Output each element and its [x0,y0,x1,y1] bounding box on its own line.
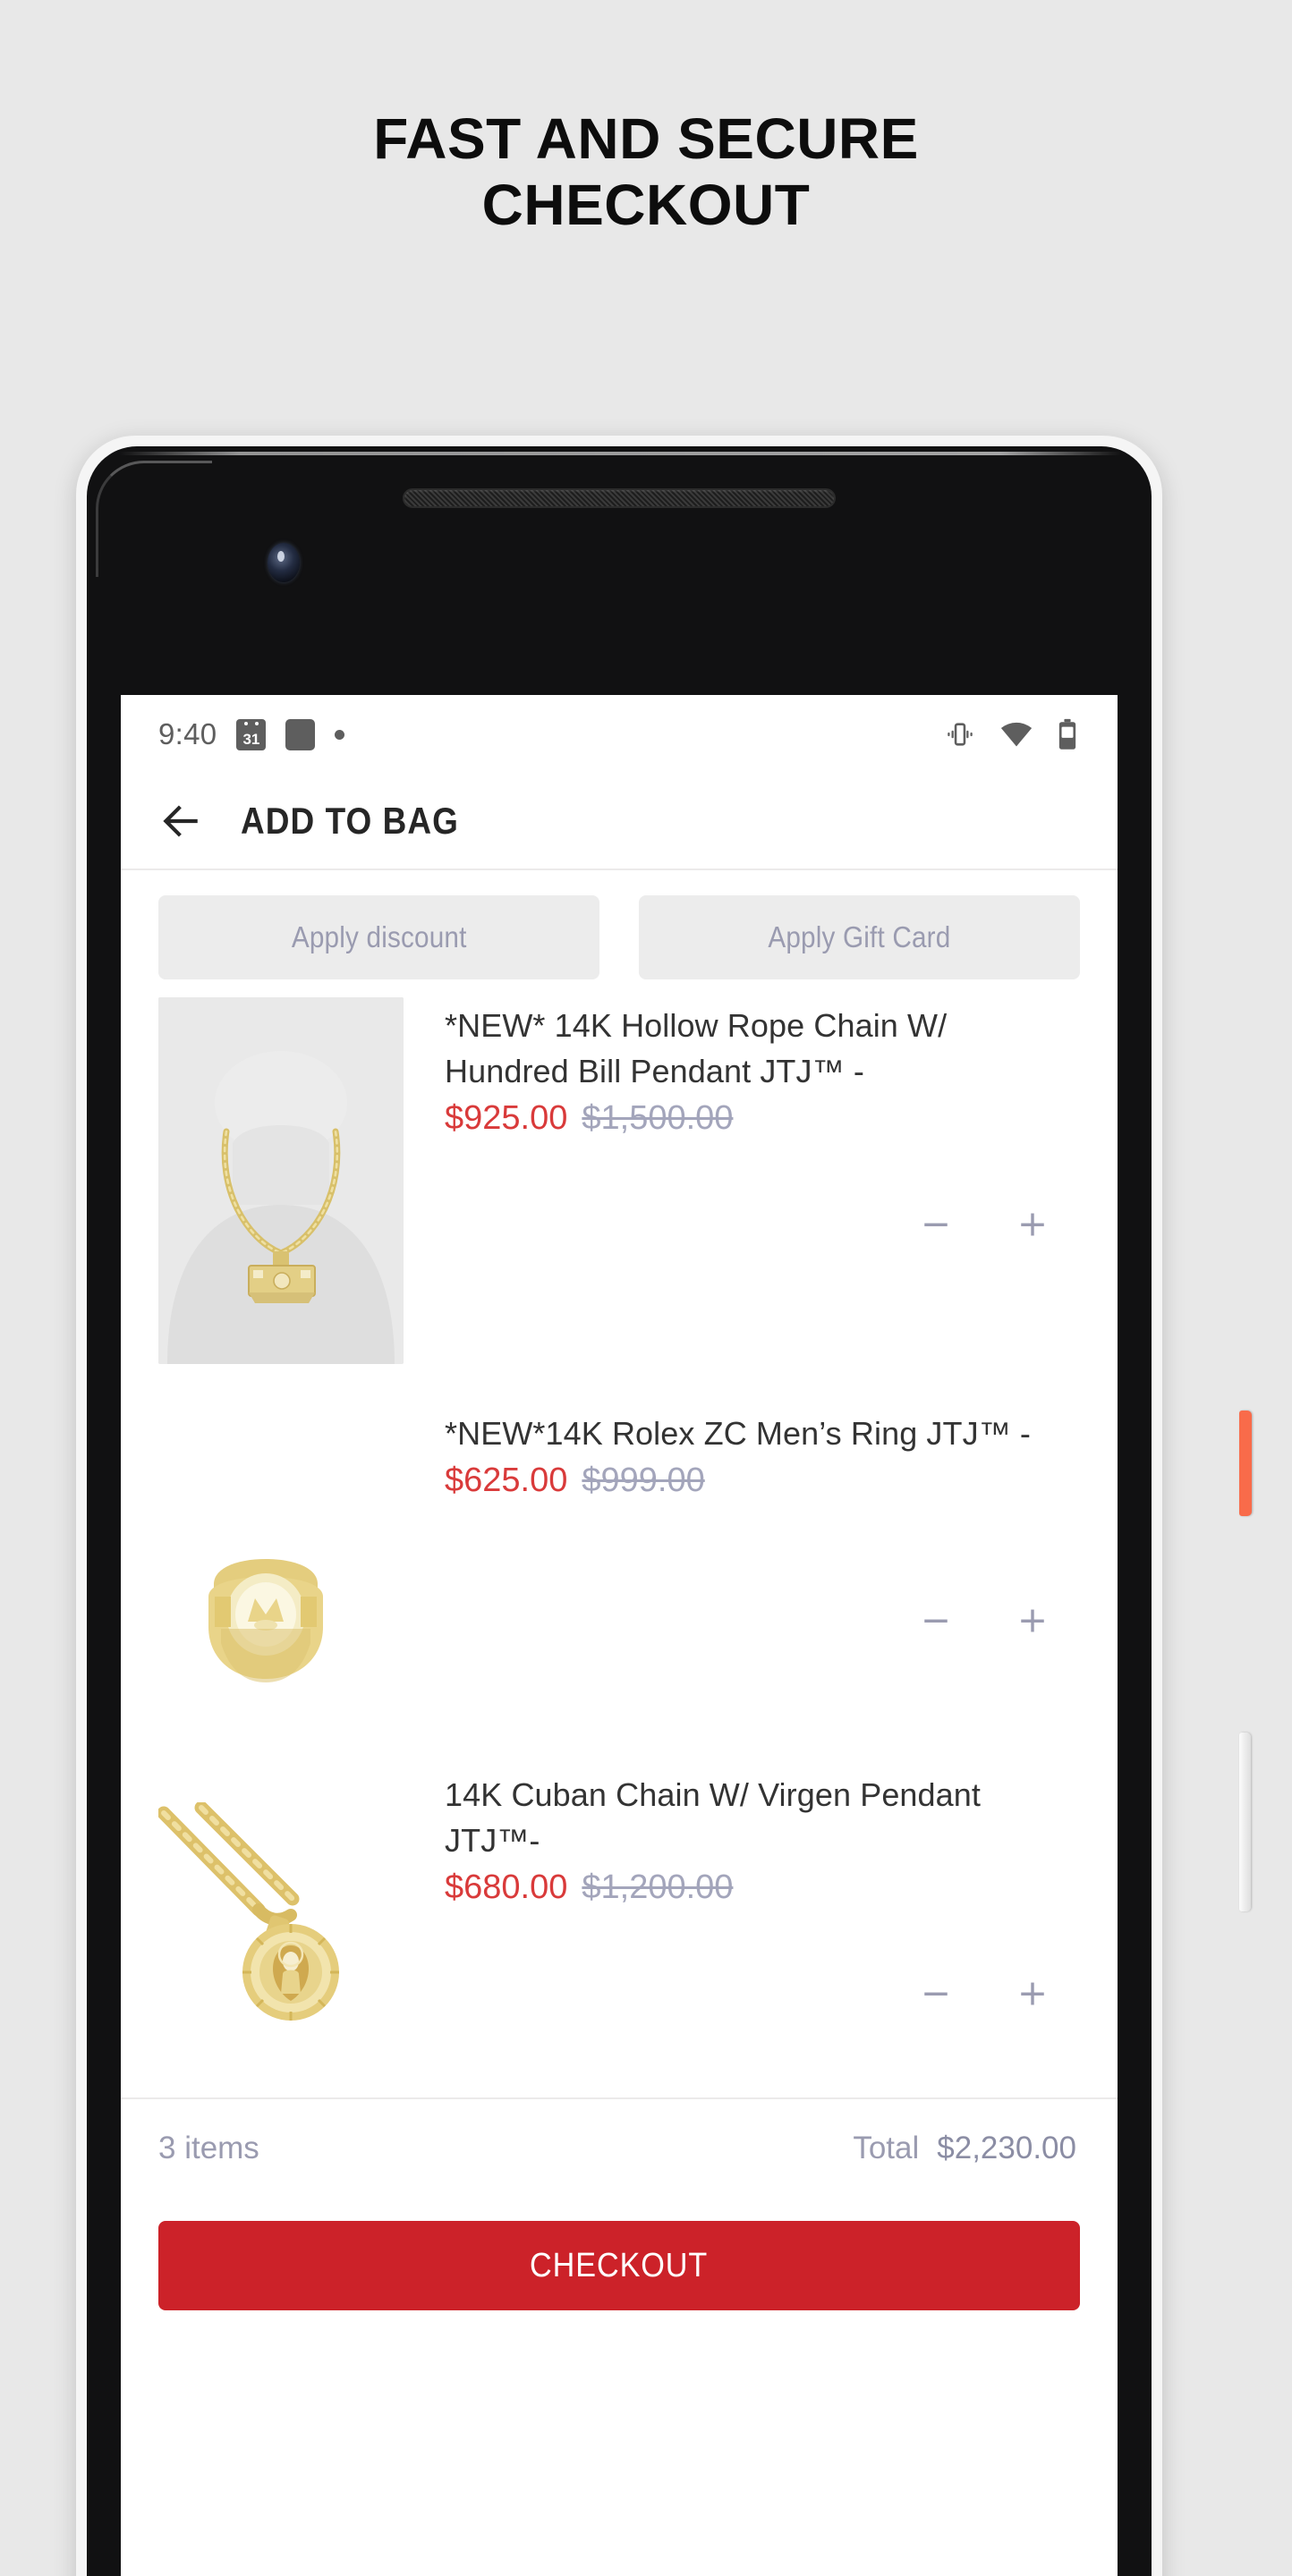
product-image-rolex-ring[interactable] [158,1521,404,1727]
plus-icon [1021,1609,1044,1632]
cart-item-title: 14K Cuban Chain W/ Virgen Pendant JTJ™- [445,1776,982,1860]
cart-item-price-row: $680.00 $1,200.00 [445,1868,1080,1907]
cart-item-price-row: $925.00 $1,500.00 [445,1099,1080,1138]
square-icon [285,718,316,750]
cart-item[interactable]: *NEW* 14K Hollow Rope Chain W/ Hundred B… [158,979,1080,1364]
apply-gift-card-button[interactable]: Apply Gift Card [639,895,1080,979]
cart-total-amount: $2,230.00 [937,2131,1076,2165]
vibrate-icon [948,723,973,746]
quantity-stepper [445,1973,1080,2014]
minus-icon [924,1992,948,1996]
screenshot-root: FAST AND SECURE CHECKOUT 9:40 31 ADD TO … [0,0,1292,2576]
cart-item-info: *NEW*14K Rolex ZC Men’s Ring JTJ™ - $625… [445,1405,1080,1727]
cart-item-count: 3 items [158,2131,259,2165]
cart-item-media [158,997,404,1364]
wifi-icon [1000,722,1033,747]
plus-icon [1021,1213,1044,1236]
bezel-highlight [119,452,1121,455]
decrease-quantity-button[interactable] [915,1600,956,1641]
checkout-button-label: CHECKOUT [530,2246,709,2284]
cart-item[interactable]: 14K Cuban Chain W/ Virgen Pendant JTJ™- … [158,1727,1080,2071]
back-arrow-icon[interactable] [158,799,203,843]
cart-item-title: *NEW*14K Rolex ZC Men’s Ring JTJ™ - [445,1415,1031,1452]
calendar-icon: 31 [236,718,267,750]
apply-discount-button[interactable]: Apply discount [158,895,599,979]
cart-item-info: 14K Cuban Chain W/ Virgen Pendant JTJ™- … [445,1767,1080,2071]
increase-quantity-button[interactable] [1012,1204,1053,1245]
cart-item-info: *NEW* 14K Hollow Rope Chain W/ Hundred B… [445,997,1080,1364]
phone-device-mockup: 9:40 31 ADD TO BAG Apply discount Apply … [76,436,1252,2576]
calendar-icon-day: 31 [242,730,260,748]
cart-item-compare-price: $1,200.00 [582,1868,734,1907]
calendar-icon-rings [236,721,266,725]
product-image-rope-chain[interactable] [158,997,404,1364]
app-bar-title: ADD TO BAG [241,800,459,842]
cart-item-compare-price: $1,500.00 [582,1099,734,1138]
minus-icon [924,1619,948,1623]
cart-summary-bar: 3 items Total $2,230.00 [121,2097,1118,2198]
status-bar-left: 9:40 31 [158,717,345,751]
cart-item-compare-price: $999.00 [582,1462,705,1500]
plus-icon [1021,1982,1044,2005]
dot-icon [335,729,345,740]
product-image-cuban-chain-art [158,1802,404,2071]
checkout-button-wrap: CHECKOUT [121,2198,1118,2310]
quantity-stepper [445,1204,1080,1245]
cart-item-price: $680.00 [445,1868,568,1907]
cart-total: Total $2,230.00 [853,2131,1076,2166]
apply-discount-label: Apply discount [291,920,467,953]
battery-icon [1058,718,1076,750]
phone-screen: 9:40 31 ADD TO BAG Apply discount Apply … [121,695,1118,2576]
cart-item-title: *NEW* 14K Hollow Rope Chain W/ Hundred B… [445,1007,948,1090]
cart-item-price: $625.00 [445,1462,568,1500]
status-bar: 9:40 31 [121,695,1118,774]
product-image-rope-chain-art [158,997,404,1364]
checkout-button[interactable]: CHECKOUT [158,2221,1080,2310]
apply-gift-card-label: Apply Gift Card [768,920,951,953]
page-title-line-1: FAST AND SECURE [373,106,919,171]
product-image-rolex-ring-art [158,1521,404,1727]
decrease-quantity-button[interactable] [915,1204,956,1245]
volume-rocker-button[interactable] [1239,1733,1251,1911]
cart-total-label: Total [853,2131,920,2165]
product-image-cuban-chain[interactable] [158,1802,404,2071]
increase-quantity-button[interactable] [1012,1600,1053,1641]
phone-bezel: 9:40 31 ADD TO BAG Apply discount Apply … [87,446,1152,2576]
page-title-line-2: CHECKOUT [481,173,811,238]
cart-item-price: $925.00 [445,1099,568,1138]
power-button[interactable] [1239,1411,1252,1516]
cart-item-list: *NEW* 14K Hollow Rope Chain W/ Hundred B… [121,979,1118,2071]
status-time: 9:40 [158,717,217,750]
increase-quantity-button[interactable] [1012,1973,1053,2014]
cart-item-price-row: $625.00 $999.00 [445,1462,1080,1500]
earpiece-speaker-grille [403,488,836,508]
cart-item-media [158,1405,404,1727]
minus-icon [924,1223,948,1227]
cart-item-media [158,1767,404,2071]
page-title: FAST AND SECURE CHECKOUT [0,106,1292,238]
decrease-quantity-button[interactable] [915,1973,956,2014]
status-bar-right [944,718,1078,750]
quantity-stepper [445,1600,1080,1641]
cart-item[interactable]: *NEW*14K Rolex ZC Men’s Ring JTJ™ - $625… [158,1364,1080,1727]
app-bar: ADD TO BAG [121,774,1118,870]
promo-buttons-row: Apply discount Apply Gift Card [121,870,1118,979]
bezel-corner-gloss [96,461,212,577]
front-camera-icon [268,543,300,582]
